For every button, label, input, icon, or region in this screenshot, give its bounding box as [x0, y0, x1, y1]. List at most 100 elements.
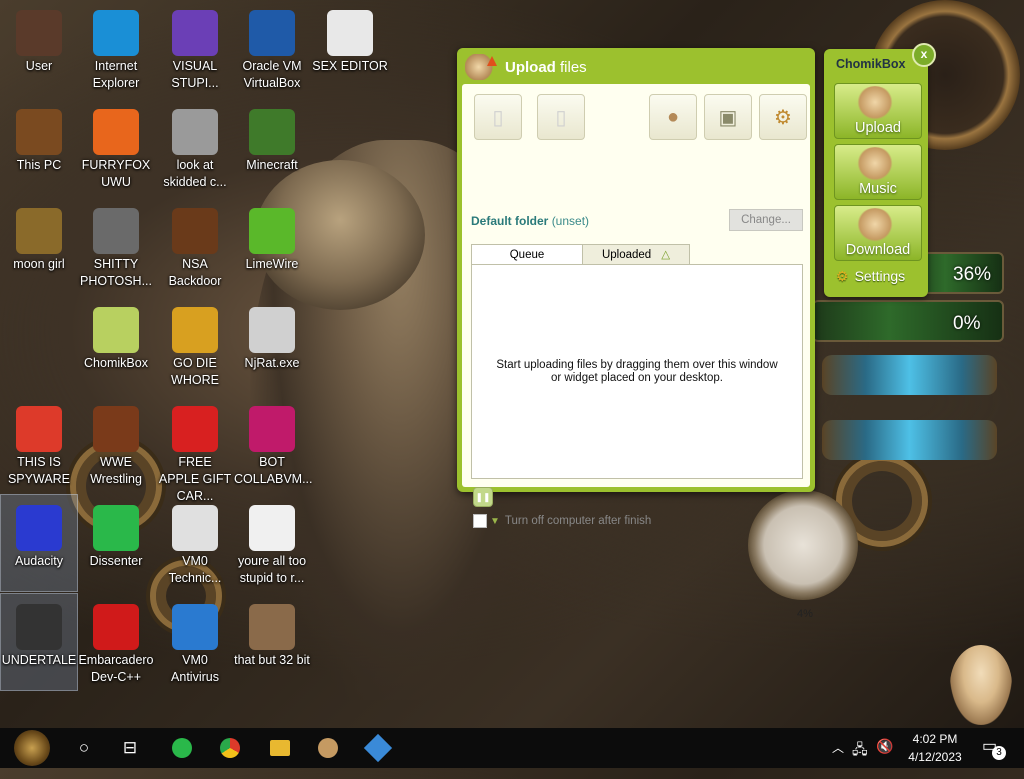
- desktop-icon[interactable]: GO DIE WHORE: [157, 297, 233, 393]
- chrome-taskbar-icon[interactable]: [214, 732, 246, 764]
- window-title: Upload files: [505, 59, 587, 76]
- chomikbox-icon: [93, 307, 139, 353]
- visual-studio-icon: [172, 10, 218, 56]
- desktop-icon-label: VM0 Technic...: [168, 554, 222, 585]
- desktop-icon[interactable]: ChomikBox: [78, 297, 154, 393]
- app-taskbar-icon[interactable]: [362, 732, 394, 764]
- user-app-icon: [16, 10, 62, 56]
- this-pc-icon: [16, 109, 62, 155]
- gauge-reading: 4%: [797, 608, 813, 620]
- add-folder-button[interactable]: ▯: [537, 94, 585, 140]
- desktop-icon-label: ChomikBox: [84, 356, 148, 370]
- desktop-icon-label: THIS IS SPYWARE: [7, 455, 71, 486]
- task-view-icon[interactable]: ⊟: [114, 732, 146, 764]
- desktop-icon-label: Embarcadero Dev-C++: [78, 653, 154, 684]
- chomikbox-widget[interactable]: ChomikBox x Upload Music Download ⚙ Setti…: [824, 43, 936, 297]
- desktop-icon-label: BOT COLLABVM...: [234, 455, 313, 486]
- tab-uploaded[interactable]: Uploaded △: [582, 244, 690, 266]
- desktop-icon-label: that but 32 bit: [234, 653, 310, 667]
- taskbar-clock[interactable]: 4:02 PM 4/12/2023: [895, 730, 975, 766]
- paste-button[interactable]: ▣: [704, 94, 752, 140]
- hxd-editor-icon: [327, 10, 373, 56]
- close-icon[interactable]: x: [912, 43, 936, 67]
- upload-files-window[interactable]: Upload files ▯ ▯ ● ▣ ⚙ Default folder (u…: [457, 48, 815, 528]
- desktop-icon-label: Oracle VM VirtualBox: [242, 59, 302, 90]
- desktop-icon[interactable]: Embarcadero Dev-C++: [78, 594, 154, 690]
- desktop-icon-label: GO DIE WHORE: [171, 356, 219, 387]
- start-button[interactable]: [14, 730, 50, 766]
- desktop-icon-label: SHITTY PHOTOSH...: [79, 257, 152, 288]
- desktop-icon[interactable]: youre all too stupid to r...: [234, 495, 310, 591]
- triangle-up-icon: △: [661, 249, 671, 261]
- change-folder-button[interactable]: Change...: [729, 209, 803, 231]
- file-explorer-icon[interactable]: [264, 732, 296, 764]
- desktop-icon[interactable]: Oracle VM VirtualBox: [234, 0, 310, 96]
- desktop-icon[interactable]: that but 32 bit: [234, 594, 310, 690]
- desktop-icon[interactable]: VM0 Technic...: [157, 495, 233, 591]
- desktop-icon[interactable]: FREE APPLE GIFT CAR...: [157, 396, 233, 503]
- desktop-icon[interactable]: Internet Explorer: [78, 0, 154, 96]
- turn-off-option[interactable]: ▼ Turn off computer after finish: [473, 514, 651, 528]
- dissenter-taskbar-icon[interactable]: [166, 732, 198, 764]
- limewire-icon: [249, 208, 295, 254]
- desktop-icon[interactable]: BOT COLLABVM...: [234, 396, 313, 492]
- wallpaper-gauge: [748, 490, 858, 600]
- gimp-icon: [93, 208, 139, 254]
- download-button[interactable]: Download: [834, 205, 922, 261]
- desktop-icon[interactable]: NSA Backdoor: [157, 198, 233, 294]
- chomikbox-taskbar-icon[interactable]: [312, 732, 344, 764]
- desktop-icon[interactable]: VISUAL STUPI...: [157, 0, 233, 96]
- upload-button[interactable]: Upload: [834, 83, 922, 139]
- dissenter-icon: [93, 505, 139, 551]
- desktop-icon-label: SEX EDITOR: [312, 59, 388, 73]
- monitor-icon: [249, 406, 295, 452]
- hamster-mascot: [950, 645, 1012, 725]
- desktop-icon[interactable]: Minecraft: [234, 99, 310, 195]
- desktop-icon[interactable]: NjRat.exe: [234, 297, 310, 393]
- dropdown-arrow-icon[interactable]: ▼: [490, 516, 500, 527]
- speaker-muted-icon[interactable]: 🔇: [876, 738, 893, 778]
- search-icon[interactable]: ○: [68, 732, 100, 764]
- desktop-icon[interactable]: User: [1, 0, 77, 96]
- gauge-percent-top: 36%: [953, 264, 992, 285]
- music-button[interactable]: Music: [834, 144, 922, 200]
- widget-title: ChomikBox: [836, 57, 906, 71]
- desktop-icon[interactable]: look at skidded c...: [157, 99, 233, 195]
- desktop-icon[interactable]: SEX EDITOR: [312, 0, 388, 96]
- settings-button[interactable]: ⚙: [759, 94, 807, 140]
- notification-center-icon[interactable]: ▭ 3: [982, 736, 1006, 760]
- edge-browser-icon: [93, 10, 139, 56]
- desktop-icon[interactable]: LimeWire: [234, 198, 310, 294]
- desktop-icon[interactable]: THIS IS SPYWARE: [1, 396, 77, 492]
- wrestling-icon: [93, 406, 139, 452]
- pause-button[interactable]: ❚❚: [473, 487, 493, 507]
- add-files-button[interactable]: ▯: [474, 94, 522, 140]
- chomik-account-button[interactable]: ●: [649, 94, 697, 140]
- desktop-icon[interactable]: Audacity: [0, 494, 78, 592]
- desktop-icon-label: FURRYFOX UWU: [81, 158, 151, 189]
- desktop-icon[interactable]: UNDERTALE: [0, 593, 78, 691]
- network-icon[interactable]: 🖧: [852, 739, 868, 779]
- desktop-icon[interactable]: Dissenter: [78, 495, 154, 591]
- desktop-icon[interactable]: This PC: [1, 99, 77, 195]
- desktop-icon[interactable]: WWE Wrestling: [78, 396, 154, 492]
- desktop-icon[interactable]: SHITTY PHOTOSH...: [78, 198, 154, 294]
- shield-icon: [172, 604, 218, 650]
- clock-time: 4:02 PM: [912, 732, 958, 746]
- firefox-icon: [93, 109, 139, 155]
- desktop-icon-label: Dissenter: [89, 554, 143, 568]
- desktop-icon-label: NSA Backdoor: [168, 257, 222, 288]
- desktop-icon[interactable]: FURRYFOX UWU: [78, 99, 154, 195]
- turn-off-checkbox[interactable]: [473, 514, 487, 528]
- de-app-icon: [172, 307, 218, 353]
- devcpp-icon: [93, 604, 139, 650]
- desktop-icon-label: LimeWire: [245, 257, 299, 271]
- desktop-icon-label: moon girl: [13, 257, 65, 271]
- queue-panel[interactable]: Start uploading files by dragging them o…: [471, 264, 803, 479]
- desktop-icon[interactable]: moon girl: [1, 198, 77, 294]
- tab-queue[interactable]: Queue: [471, 244, 583, 266]
- desktop-icon[interactable]: VM0 Antivirus: [157, 594, 233, 690]
- chevron-up-icon[interactable]: ︿: [832, 739, 844, 779]
- portrait-icon: [249, 505, 295, 551]
- widget-settings-button[interactable]: ⚙ Settings: [836, 268, 905, 285]
